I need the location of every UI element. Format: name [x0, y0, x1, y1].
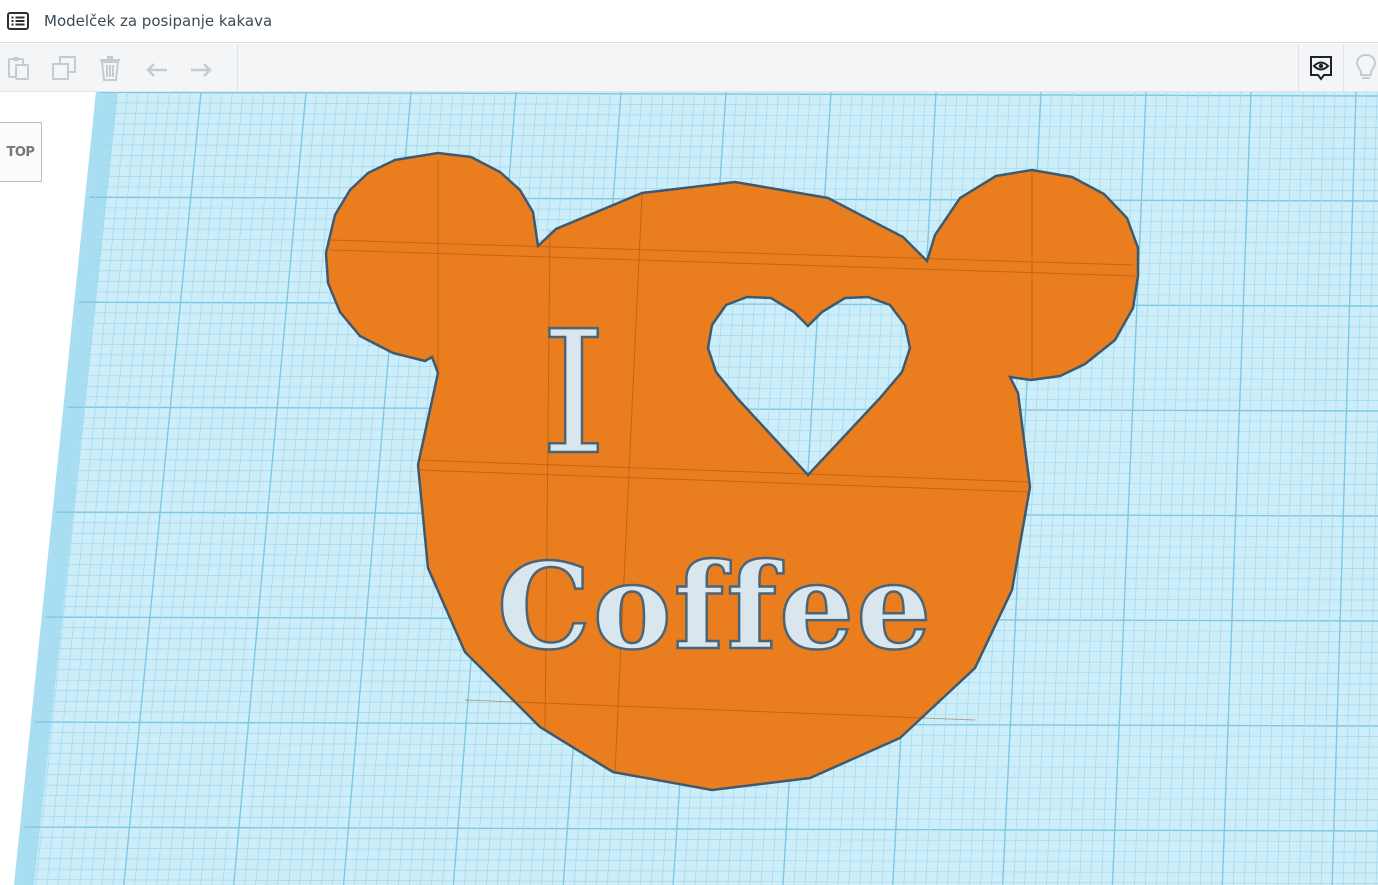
- undo-icon[interactable]: [141, 53, 171, 83]
- edit-tools: [0, 44, 238, 91]
- duplicate-icon[interactable]: [49, 53, 79, 83]
- view-tools: [1298, 44, 1378, 91]
- delete-icon[interactable]: [95, 53, 125, 83]
- toolbar: [0, 44, 1378, 92]
- workplane-grid: I Coffee: [0, 92, 1378, 885]
- model-word-coffee: Coffee: [497, 537, 933, 676]
- viewcube[interactable]: TOP: [0, 122, 42, 182]
- workplane[interactable]: I Coffee TOP: [0, 92, 1378, 885]
- list-icon[interactable]: [7, 11, 29, 31]
- notes-visibility-icon[interactable]: [1299, 44, 1343, 91]
- paste-icon[interactable]: [3, 53, 33, 83]
- title-bar: Modelček za posipanje kakava: [0, 0, 1378, 43]
- model-letter-i: I: [540, 295, 607, 493]
- viewcube-face-label: TOP: [6, 144, 35, 160]
- lightbulb-icon[interactable]: [1344, 44, 1378, 91]
- redo-icon[interactable]: [187, 53, 217, 83]
- design-title[interactable]: Modelček za posipanje kakava: [44, 12, 272, 30]
